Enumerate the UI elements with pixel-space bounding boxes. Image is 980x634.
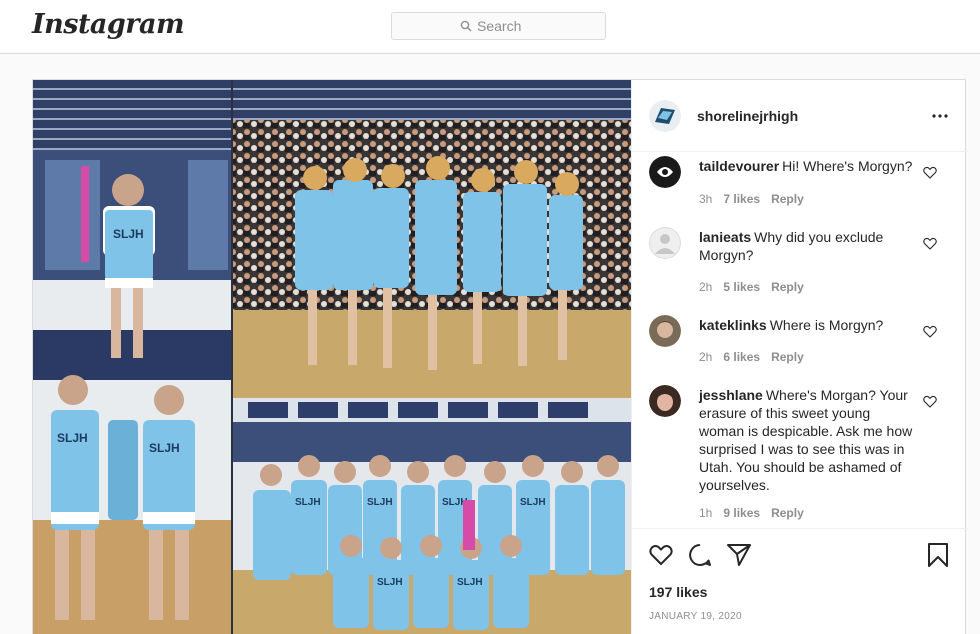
cheer-team-collage: SLJH SLJH SLJH SLJH SLJH SLJH SLJHSLJH S… (33, 80, 631, 634)
comment-icon[interactable] (687, 542, 713, 568)
comment-text: Where is Morgyn? (769, 317, 884, 333)
svg-text:SLJH: SLJH (149, 441, 180, 455)
commenter-avatar[interactable] (649, 385, 681, 417)
comment-time[interactable]: 2h (699, 350, 712, 364)
comment-item: lanieats Why did you exclude Morgyn? 2h 5 … (632, 227, 968, 307)
post-header: shorelinejrhigh (632, 80, 968, 152)
comment-text-block: kateklinks Where is Morgyn? (699, 316, 913, 334)
comment-like-icon[interactable] (923, 237, 937, 250)
comment-time[interactable]: 1h (699, 506, 712, 520)
comment-username[interactable]: jesshlane (699, 387, 763, 403)
commenter-avatar[interactable] (649, 315, 681, 347)
comment-time[interactable]: 2h (699, 280, 712, 294)
heart-icon[interactable] (648, 542, 674, 568)
school-logo-avatar[interactable] (649, 100, 681, 132)
svg-text:SLJH: SLJH (520, 497, 546, 508)
likes-count[interactable]: 197 likes (649, 584, 707, 600)
post-sidebar: shorelinejrhigh taildevourer Hi! Where's … (631, 80, 968, 634)
comment-time[interactable]: 3h (699, 192, 712, 206)
share-icon[interactable] (726, 542, 752, 568)
reply-button[interactable]: Reply (771, 280, 804, 294)
default-avatar-icon (649, 227, 681, 259)
comment-like-icon[interactable] (923, 325, 937, 338)
post-photo[interactable]: SLJH SLJH SLJH SLJH SLJH SLJH SLJH SLJH … (33, 80, 631, 634)
comment-meta: 3h 7 likes Reply (699, 192, 815, 206)
svg-text:SLJH: SLJH (377, 577, 403, 588)
comment-meta: 2h 5 likes Reply (699, 280, 815, 294)
post-actions: 197 likes JANUARY 19, 2020 (632, 528, 968, 634)
svg-text:SLJH: SLJH (57, 431, 88, 445)
post-modal: SLJH SLJH SLJH SLJH SLJH SLJH SLJH SLJH … (32, 79, 968, 634)
search-input[interactable] (477, 18, 537, 34)
commenter-avatar[interactable] (649, 227, 681, 259)
avatar-image (649, 315, 681, 347)
comment-likes[interactable]: 6 likes (723, 350, 760, 364)
comment-username[interactable]: kateklinks (699, 317, 767, 333)
comment-text-block: jesshlane Where's Morgan? Your erasure of… (699, 386, 913, 494)
bookmark-icon[interactable] (925, 542, 951, 568)
comment-text-block: lanieats Why did you exclude Morgyn? (699, 228, 913, 264)
svg-text:SLJH: SLJH (295, 497, 321, 508)
avatar-image (649, 385, 681, 417)
comment-item: jesshlane Where's Morgan? Your erasure of… (632, 385, 968, 527)
svg-text:SLJH: SLJH (457, 577, 483, 588)
comment-like-icon[interactable] (923, 166, 937, 179)
comment-meta: 2h 6 likes Reply (699, 350, 815, 364)
comment-meta: 1h 9 likes Reply (699, 506, 815, 520)
avatar-image (649, 156, 681, 188)
comment-username[interactable]: lanieats (699, 229, 751, 245)
comment-username[interactable]: taildevourer (699, 158, 779, 174)
comment-text: Hi! Where's Morgyn? (782, 158, 913, 174)
commenter-avatar[interactable] (649, 156, 681, 188)
post-date: JANUARY 19, 2020 (649, 611, 742, 622)
search-icon (460, 20, 472, 32)
comment-item: taildevourer Hi! Where's Morgyn? 3h 7 like… (632, 156, 968, 216)
comments-list[interactable]: taildevourer Hi! Where's Morgyn? 3h 7 like… (632, 152, 968, 528)
comment-likes[interactable]: 7 likes (723, 192, 760, 206)
author-username[interactable]: shorelinejrhigh (697, 108, 798, 124)
svg-text:SLJH: SLJH (113, 227, 144, 241)
comment-text-block: taildevourer Hi! Where's Morgyn? (699, 157, 913, 175)
top-navigation-bar: Instagram (0, 0, 980, 54)
reply-button[interactable]: Reply (771, 192, 804, 206)
svg-text:SLJH: SLJH (367, 497, 393, 508)
instagram-logo[interactable]: Instagram (32, 9, 185, 40)
search-box[interactable] (391, 12, 606, 40)
comment-likes[interactable]: 9 likes (723, 506, 760, 520)
comment-item: kateklinks Where is Morgyn? 2h 6 likes Repl… (632, 315, 968, 375)
reply-button[interactable]: Reply (771, 506, 804, 520)
reply-button[interactable]: Reply (771, 350, 804, 364)
comment-likes[interactable]: 5 likes (723, 280, 760, 294)
comment-like-icon[interactable] (923, 395, 937, 408)
more-options-icon[interactable] (930, 107, 950, 125)
avatar-image (649, 100, 681, 132)
